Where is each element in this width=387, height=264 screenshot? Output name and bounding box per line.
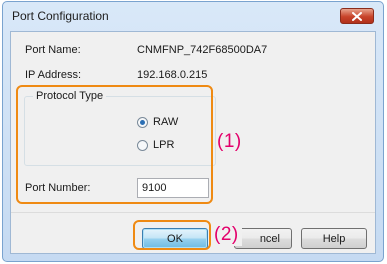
port-name-label: Port Name:: [25, 44, 81, 56]
title-bar[interactable]: Port Configuration: [3, 2, 383, 30]
callout-label-2: (2): [214, 224, 242, 246]
help-button[interactable]: Help: [301, 228, 367, 249]
port-name-value: CNMFNP_742F68500DA7: [137, 44, 268, 56]
highlight-box-ok: [133, 220, 211, 250]
highlight-box-settings: [16, 85, 213, 204]
button-separator: [11, 212, 375, 213]
callout-label-1: (1): [217, 131, 242, 152]
close-button[interactable]: [340, 8, 374, 24]
cancel-button[interactable]: ncel: [234, 228, 292, 249]
ip-address-label: IP Address:: [25, 69, 82, 81]
dialog-title: Port Configuration: [12, 9, 109, 23]
close-icon: [352, 11, 362, 21]
ip-address-value: 192.168.0.215: [137, 69, 208, 81]
